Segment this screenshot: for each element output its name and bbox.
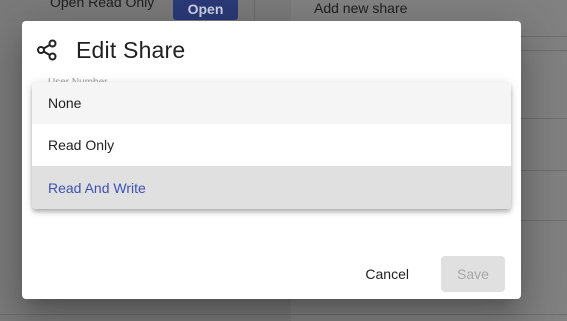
add-new-share-label: Add new share bbox=[314, 0, 408, 16]
background-divider bbox=[0, 314, 567, 315]
toolbar-divider bbox=[254, 0, 255, 22]
cancel-button[interactable]: Cancel bbox=[351, 256, 423, 292]
share-icon bbox=[36, 39, 58, 61]
background-divider bbox=[521, 118, 567, 119]
background-divider bbox=[521, 220, 567, 221]
open-button: Open bbox=[173, 0, 238, 20]
dialog-header: Edit Share bbox=[36, 35, 185, 65]
permission-dropdown-menu: None Read Only Read And Write bbox=[32, 82, 511, 209]
menu-option-read-only[interactable]: Read Only bbox=[32, 124, 511, 166]
menu-option-none[interactable]: None bbox=[32, 82, 511, 124]
background-divider bbox=[521, 170, 567, 171]
dialog-title: Edit Share bbox=[76, 36, 186, 63]
save-button[interactable]: Save bbox=[441, 256, 505, 292]
dialog-actions: Cancel Save bbox=[351, 256, 505, 292]
menu-option-read-and-write[interactable]: Read And Write bbox=[32, 166, 511, 209]
background-divider bbox=[521, 50, 567, 51]
open-read-only-button: Open Read Only bbox=[50, 0, 155, 10]
background-divider bbox=[521, 36, 567, 37]
